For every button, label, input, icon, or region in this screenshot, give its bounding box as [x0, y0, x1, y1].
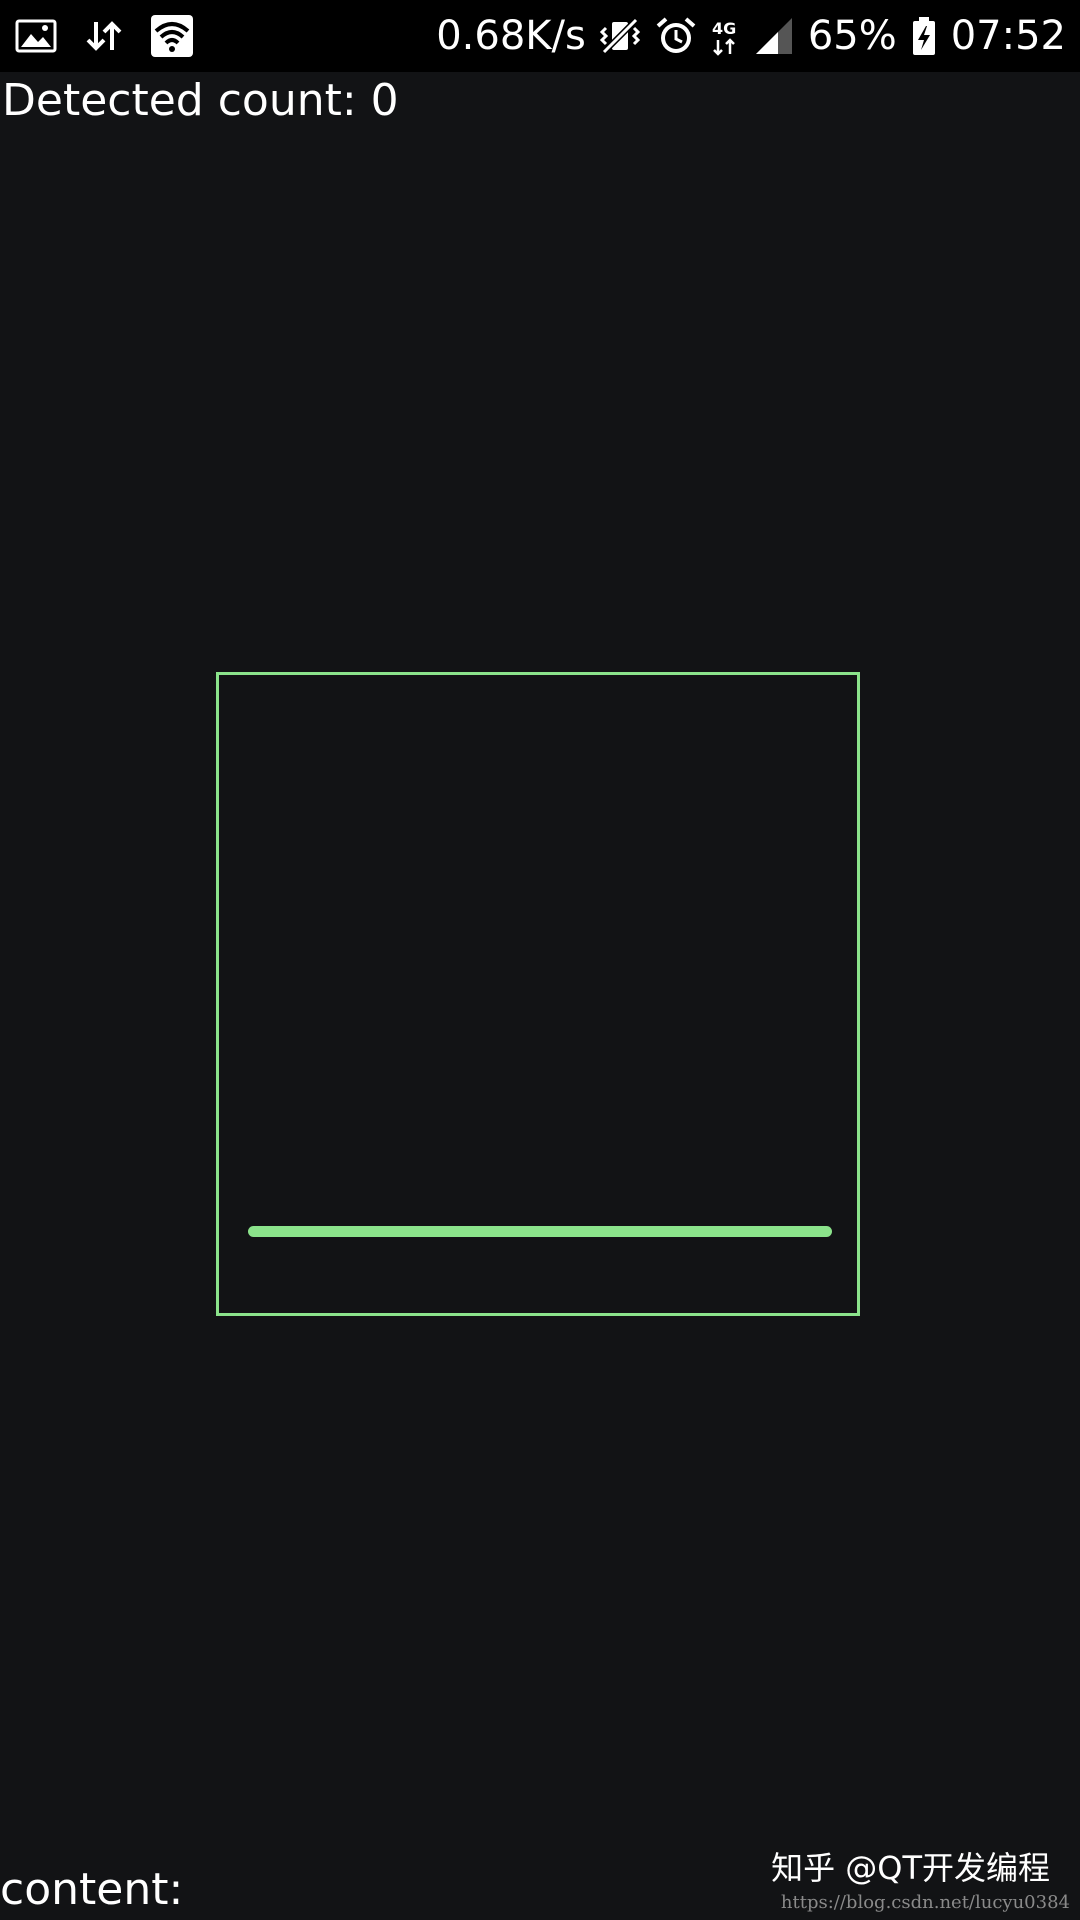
wifi-icon	[150, 14, 194, 58]
content-label: content:	[0, 1864, 184, 1915]
detected-count-label: Detected count: 0	[2, 75, 399, 126]
scan-frame	[216, 672, 860, 1316]
network-type: 4G	[712, 19, 736, 38]
zhihu-watermark: 知乎 @QT开发编程	[771, 1849, 1050, 1887]
signal-icon	[752, 14, 796, 58]
clock: 07:52	[950, 13, 1066, 59]
network-speed: 0.68K/s	[436, 13, 586, 59]
data-transfer-icon	[82, 14, 126, 58]
status-bar: 0.68K/s 4G 65% 07:52	[0, 0, 1080, 72]
alarm-icon	[654, 14, 698, 58]
scanner-screen: 0.68K/s 4G 65% 07:52 Detected count: 0 c…	[0, 0, 1080, 1920]
gallery-icon	[14, 14, 58, 58]
scan-line	[248, 1226, 832, 1237]
status-bar-right: 0.68K/s 4G 65% 07:52	[436, 10, 1066, 62]
battery-charging-icon	[909, 14, 939, 58]
status-bar-left	[14, 14, 194, 58]
mute-vibrate-icon	[598, 14, 642, 58]
battery-percent: 65%	[807, 13, 897, 59]
4g-data-icon: 4G	[710, 14, 740, 58]
url-watermark: https://blog.csdn.net/lucyu0384	[780, 1892, 1070, 1913]
